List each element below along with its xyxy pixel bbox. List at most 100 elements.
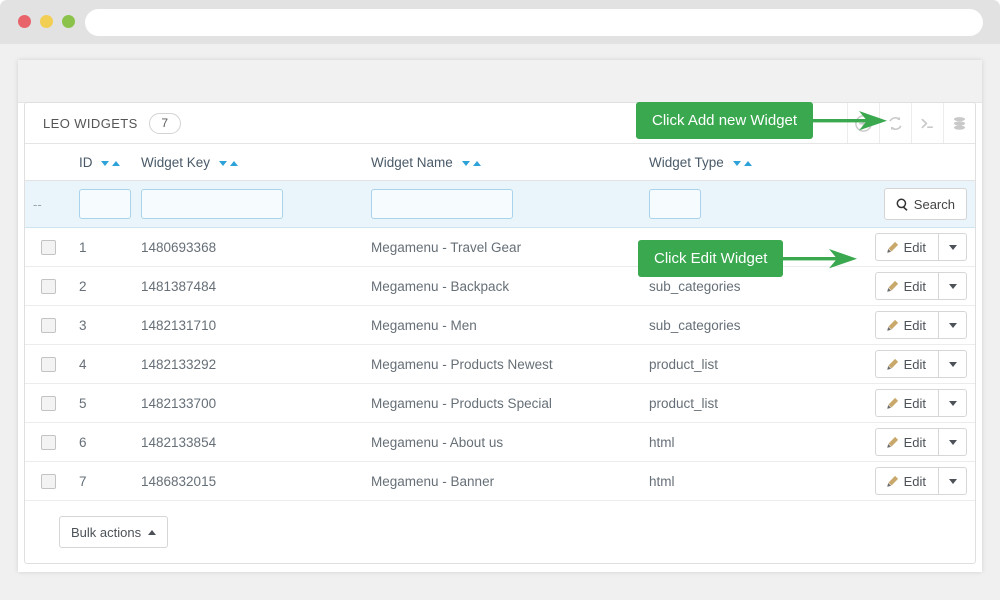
cell-id: 3 [71, 305, 133, 345]
table-header: ID Widget Key Widget Name Widget Type [25, 144, 975, 181]
edit-button[interactable]: Edit [874, 272, 938, 300]
cell-actions: Edit [847, 305, 975, 345]
edit-dropdown-toggle[interactable] [938, 311, 967, 339]
bulk-actions-button[interactable]: Bulk actions [59, 516, 169, 548]
console-button[interactable] [911, 103, 943, 143]
database-button[interactable] [943, 103, 975, 143]
filter-type-cell [641, 180, 847, 228]
edit-button[interactable]: Edit [874, 467, 938, 495]
header-select [25, 144, 71, 181]
filter-action-cell: Search [847, 180, 975, 228]
cell-widget-name: Megamenu - Banner [363, 461, 641, 501]
edit-button[interactable]: Edit [874, 389, 938, 417]
sort-asc-icon[interactable] [743, 160, 752, 166]
row-checkbox[interactable] [40, 395, 56, 411]
pencil-icon [886, 397, 898, 409]
edit-button-group: Edit [874, 311, 967, 339]
callout-add-new-widget: Click Add new Widget [636, 102, 891, 139]
sort-asc-icon[interactable] [229, 160, 238, 166]
table-row: 6 1482133854 Megamenu - About us html Edit [25, 422, 975, 462]
edit-dropdown-toggle[interactable] [938, 272, 967, 300]
cell-widget-key: 1482133854 [133, 422, 363, 462]
edit-button[interactable]: Edit [874, 233, 938, 261]
cell-widget-name: Megamenu - Men [363, 305, 641, 345]
cell-id: 7 [71, 461, 133, 501]
edit-button[interactable]: Edit [874, 350, 938, 378]
chevron-down-icon [948, 361, 957, 367]
header-widget-key: Widget Key [133, 144, 363, 181]
row-select-cell [25, 266, 71, 306]
panel-footer: Bulk actions [25, 501, 975, 563]
sort-desc-icon[interactable] [732, 160, 741, 166]
filter-id-input[interactable] [79, 189, 131, 219]
chevron-down-icon [948, 400, 957, 406]
cell-widget-type: product_list [641, 383, 847, 423]
close-window-button[interactable] [18, 15, 31, 28]
cell-widget-type: sub_categories [641, 305, 847, 345]
cell-widget-type: html [641, 461, 847, 501]
edit-button[interactable]: Edit [874, 428, 938, 456]
edit-dropdown-toggle[interactable] [938, 233, 967, 261]
callout-arrow-add [813, 108, 891, 134]
edit-button[interactable]: Edit [874, 311, 938, 339]
edit-button-label: Edit [903, 239, 926, 255]
pencil-icon [886, 475, 898, 487]
arrow-right-icon [813, 110, 888, 130]
cell-actions: Edit [847, 227, 975, 267]
edit-button-group: Edit [874, 467, 967, 495]
edit-dropdown-toggle[interactable] [938, 428, 967, 456]
table-filter-body: -- Search [25, 180, 975, 228]
filter-id-cell [71, 180, 133, 228]
sort-controls-widget-type [732, 160, 752, 166]
minimize-window-button[interactable] [40, 15, 53, 28]
row-checkbox[interactable] [40, 434, 56, 450]
header-widget-type-label: Widget Type [649, 154, 724, 170]
leo-widgets-panel: LEO WIDGETS 7 ID Widget Key Widget Name … [24, 102, 976, 564]
header-widget-name: Widget Name [363, 144, 641, 181]
edit-button-group: Edit [874, 350, 967, 378]
filter-widget-key-input[interactable] [141, 189, 283, 219]
filter-widget-type-input[interactable] [649, 189, 701, 219]
cell-id: 5 [71, 383, 133, 423]
search-button[interactable]: Search [883, 188, 967, 220]
sort-desc-icon[interactable] [461, 160, 470, 166]
chevron-down-icon [948, 439, 957, 445]
pencil-icon [886, 358, 898, 370]
row-checkbox[interactable] [40, 317, 56, 333]
filter-select-placeholder: -- [25, 180, 71, 228]
edit-dropdown-toggle[interactable] [938, 350, 967, 378]
row-checkbox[interactable] [40, 278, 56, 294]
cell-actions: Edit [847, 461, 975, 501]
cell-widget-name: Megamenu - Backpack [363, 266, 641, 306]
cell-id: 2 [71, 266, 133, 306]
cell-widget-key: 1482131710 [133, 305, 363, 345]
sort-asc-icon[interactable] [112, 160, 121, 166]
table-header-row: ID Widget Key Widget Name Widget Type [25, 144, 975, 181]
row-checkbox[interactable] [40, 356, 56, 372]
row-checkbox[interactable] [40, 473, 56, 489]
cell-widget-key: 1481387484 [133, 266, 363, 306]
filter-row: -- Search [25, 180, 975, 228]
edit-dropdown-toggle[interactable] [938, 389, 967, 417]
window-controls [18, 15, 75, 28]
row-checkbox[interactable] [40, 239, 56, 255]
cell-id: 6 [71, 422, 133, 462]
sort-controls-widget-name [461, 160, 481, 166]
chevron-down-icon [948, 478, 957, 484]
table-row: 3 1482131710 Megamenu - Men sub_categories E… [25, 305, 975, 345]
cell-widget-name: Megamenu - About us [363, 422, 641, 462]
sort-asc-icon[interactable] [472, 160, 481, 166]
edit-button-label: Edit [903, 473, 926, 489]
header-id-label: ID [79, 154, 93, 170]
callout-edit-widget-label: Click Edit Widget [638, 240, 784, 277]
callout-add-new-widget-label: Click Add new Widget [636, 102, 814, 139]
edit-button-label: Edit [903, 317, 926, 333]
cell-actions: Edit [847, 344, 975, 384]
filter-widget-name-input[interactable] [371, 189, 513, 219]
sort-desc-icon[interactable] [218, 160, 227, 166]
address-bar[interactable] [85, 9, 983, 36]
edit-dropdown-toggle[interactable] [938, 467, 967, 495]
maximize-window-button[interactable] [62, 15, 75, 28]
edit-button-label: Edit [903, 434, 926, 450]
sort-desc-icon[interactable] [101, 160, 110, 166]
